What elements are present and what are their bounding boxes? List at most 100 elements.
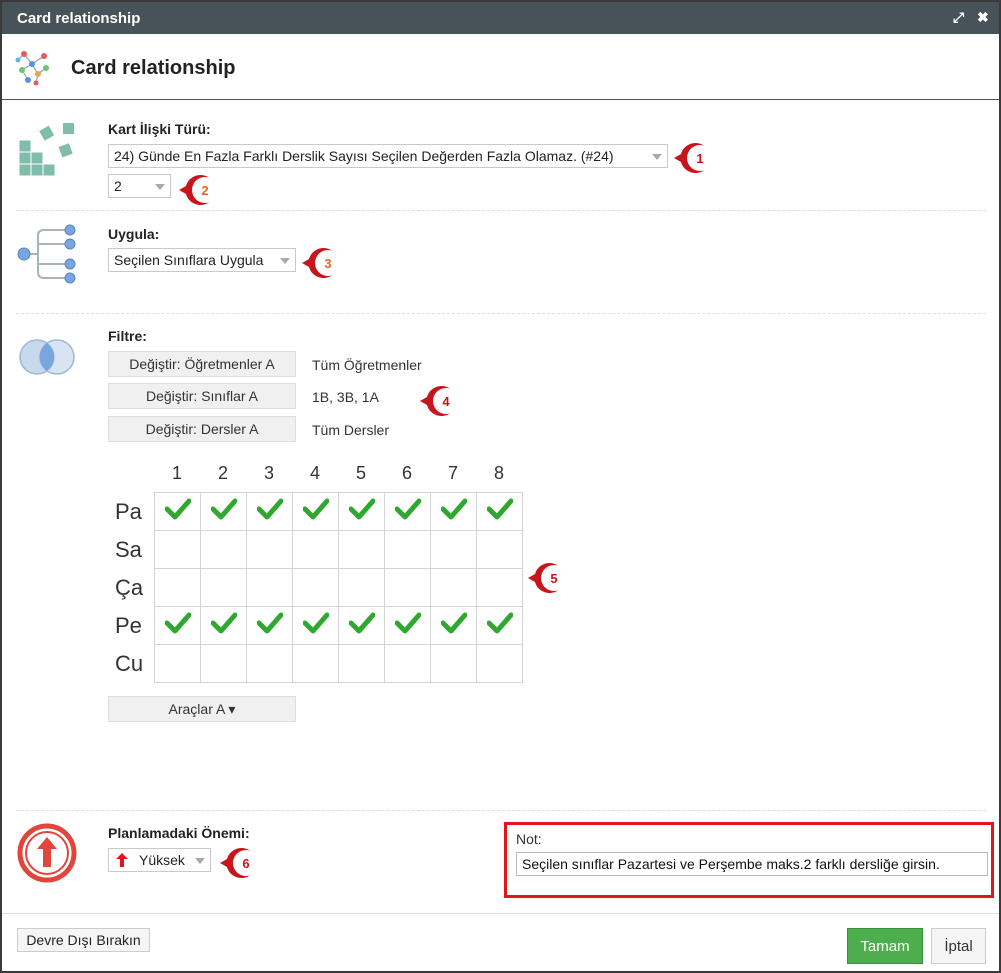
grid-cell[interactable] [476, 606, 523, 645]
note-input[interactable] [516, 852, 988, 876]
window-titlebar[interactable]: Card relationship ⤢ ✖ [2, 2, 999, 34]
grid-cell[interactable] [154, 568, 201, 607]
importance-label: Planlamadaki Önemi: [108, 825, 250, 841]
change-subjects-button[interactable]: Değiştir: Dersler A [108, 416, 296, 442]
grid-cell[interactable] [246, 492, 293, 531]
cancel-button[interactable]: İptal [931, 928, 986, 964]
grid-cell[interactable] [154, 606, 201, 645]
grid-cell[interactable] [430, 492, 477, 531]
subjects-filter-value: Tüm Dersler [312, 422, 390, 438]
grid-cell[interactable] [200, 644, 247, 683]
checkmark-icon [440, 498, 467, 520]
grid-cell[interactable] [476, 530, 523, 569]
grid-cell[interactable] [246, 568, 293, 607]
period-header: 6 [401, 463, 412, 483]
maximize-icon[interactable]: ⤢ [953, 9, 964, 26]
day-period-grid [154, 492, 523, 683]
grid-cell[interactable] [430, 606, 477, 645]
grid-cell[interactable] [292, 492, 339, 531]
grid-cell[interactable] [200, 568, 247, 607]
grid-cell[interactable] [200, 492, 247, 531]
grid-cell[interactable] [338, 530, 385, 569]
checkmark-icon [302, 612, 329, 634]
grid-cell[interactable] [384, 606, 431, 645]
apply-label: Uygula: [108, 226, 160, 242]
section-divider [16, 313, 986, 314]
period-header: 4 [309, 463, 320, 483]
grid-cell[interactable] [292, 606, 339, 645]
section-divider [16, 810, 986, 811]
relation-type-select[interactable]: 24) Günde En Fazla Farklı Derslik Sayısı… [108, 144, 668, 168]
day-header: Pe [115, 613, 142, 638]
grid-cell[interactable] [338, 568, 385, 607]
grid-cell[interactable] [200, 606, 247, 645]
section-divider [16, 210, 986, 211]
grid-cell[interactable] [338, 606, 385, 645]
dialog-header: Card relationship [2, 34, 999, 100]
grid-cell[interactable] [246, 530, 293, 569]
grid-cell[interactable] [384, 492, 431, 531]
ok-button[interactable]: Tamam [847, 928, 923, 964]
grid-cell[interactable] [154, 530, 201, 569]
grid-cell[interactable] [292, 530, 339, 569]
grid-cell[interactable] [476, 492, 523, 531]
checkmark-icon [256, 612, 283, 634]
grid-cell[interactable] [246, 606, 293, 645]
chevron-down-icon [195, 858, 205, 864]
callout-badge: 5 [526, 560, 567, 596]
grid-cell[interactable] [154, 492, 201, 531]
apply-tree-icon [17, 224, 76, 284]
change-teachers-button[interactable]: Değiştir: Öğretmenler A [108, 351, 296, 377]
grid-cell[interactable] [476, 568, 523, 607]
grid-cell[interactable] [384, 530, 431, 569]
note-panel: Not: [504, 822, 994, 898]
grid-cell[interactable] [338, 492, 385, 531]
relation-type-label: Kart İlişki Türü: [108, 121, 211, 137]
grid-cell[interactable] [476, 644, 523, 683]
card-relationship-dialog: Card relationship ⤢ ✖ Card relationship [0, 0, 1001, 973]
arrow-up-icon [116, 853, 128, 867]
teachers-filter-value: Tüm Öğretmenler [312, 357, 422, 373]
grid-cell[interactable] [384, 568, 431, 607]
grid-cell[interactable] [200, 530, 247, 569]
callout-badge: 3 [300, 245, 341, 281]
checkmark-icon [486, 498, 513, 520]
callout-number: 6 [242, 856, 249, 871]
chevron-down-icon [280, 258, 290, 264]
checkmark-icon [486, 612, 513, 634]
close-icon[interactable]: ✖ [977, 9, 989, 26]
change-classes-button[interactable]: Değiştir: Sınıflar A [108, 383, 296, 409]
relation-count-value: 2 [114, 178, 122, 194]
grid-cell[interactable] [338, 644, 385, 683]
grid-cell[interactable] [154, 644, 201, 683]
grid-cell[interactable] [292, 568, 339, 607]
grid-cell[interactable] [292, 644, 339, 683]
callout-number: 2 [201, 183, 208, 198]
grid-cell[interactable] [430, 644, 477, 683]
apply-select[interactable]: Seçilen Sınıflara Uygula [108, 248, 296, 272]
grid-cell[interactable] [430, 568, 477, 607]
callout-number: 3 [324, 256, 331, 271]
note-label: Not: [516, 831, 542, 847]
grid-cell[interactable] [384, 644, 431, 683]
period-header: 3 [263, 463, 274, 483]
checkmark-icon [210, 612, 237, 634]
grid-cell[interactable] [246, 644, 293, 683]
importance-arrow-icon [17, 823, 77, 883]
grid-row [154, 530, 523, 569]
chevron-down-icon [652, 154, 662, 160]
relationship-graph-icon [15, 51, 49, 86]
checkmark-icon [394, 498, 421, 520]
grid-cell[interactable] [430, 530, 477, 569]
tools-dropdown-button[interactable]: Araçlar A ▾ [108, 696, 296, 722]
disable-button[interactable]: Devre Dışı Bırakın [17, 928, 150, 952]
day-header: Pa [115, 499, 142, 524]
apply-value: Seçilen Sınıflara Uygula [114, 252, 264, 268]
callout-badge: 4 [418, 383, 459, 419]
relation-type-value: 24) Günde En Fazla Farklı Derslik Sayısı… [114, 148, 614, 164]
card-blocks-icon [18, 123, 74, 177]
importance-select[interactable]: Yüksek [108, 848, 211, 872]
checkmark-icon [440, 612, 467, 634]
period-header: 7 [447, 463, 458, 483]
relation-count-select[interactable]: 2 [108, 174, 171, 198]
